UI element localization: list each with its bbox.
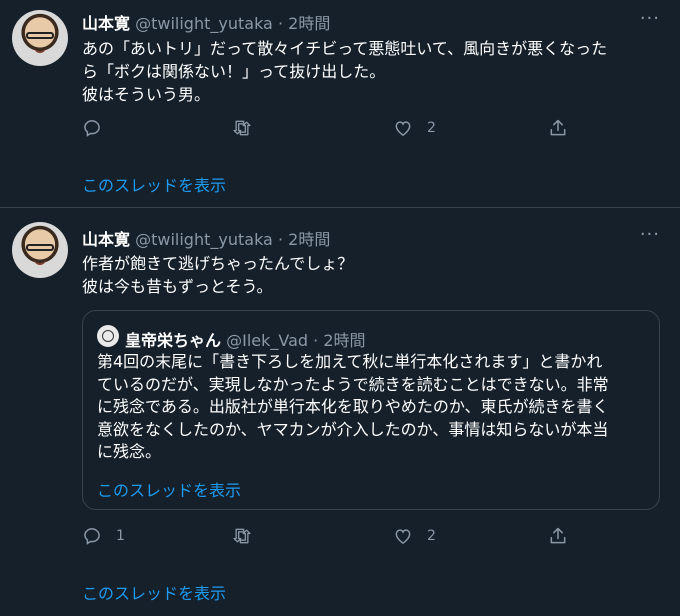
tweet-header: 山本寛 @twilight_yutaka · 2時間	[82, 10, 330, 34]
quoted-header: 皇帝栄ちゃん @Ilek_Vad · 2時間	[125, 327, 366, 351]
like-icon	[395, 529, 411, 544]
action-bar: 2	[82, 118, 582, 140]
quoted-avatar[interactable]	[97, 325, 119, 347]
like-button[interactable]: 2	[393, 118, 436, 138]
retweet-button[interactable]	[232, 526, 266, 546]
tweet-text: 作者が飽きて逃げちゃったんでしょ？ 彼は今も昔もずっとそう。	[82, 254, 354, 296]
quoted-timestamp[interactable]: 2時間	[323, 331, 365, 350]
like-icon	[395, 121, 411, 136]
quoted-user-handle[interactable]: @Ilek_Vad	[226, 331, 308, 350]
avatar[interactable]	[12, 222, 68, 278]
separator-dot: ·	[277, 14, 284, 33]
more-icon[interactable]: ···	[640, 8, 660, 29]
user-handle[interactable]: @twilight_yutaka	[135, 14, 273, 33]
retweet-icon	[233, 120, 251, 136]
glasses-detail	[26, 244, 54, 251]
like-count: 2	[427, 528, 436, 544]
timestamp[interactable]: 2時間	[288, 14, 330, 33]
share-button[interactable]	[548, 526, 568, 546]
display-name[interactable]: 山本寛	[82, 230, 130, 249]
glasses-detail	[26, 32, 54, 39]
timestamp[interactable]: 2時間	[288, 230, 330, 249]
tweet[interactable]: 山本寛 @twilight_yutaka · 2時間 ··· あの「あいトリ」だ…	[0, 0, 680, 208]
mouth-detail	[34, 46, 46, 53]
share-icon	[550, 119, 566, 136]
reply-icon	[84, 120, 100, 137]
like-count: 2	[427, 120, 436, 136]
quoted-text: 第4回の末尾に「書き下ろしを加えて秋に単行本化されます」と書かれ ているのだが、…	[97, 352, 609, 461]
retweet-icon	[233, 528, 251, 544]
mouth-detail	[34, 258, 46, 265]
quoted-display-name[interactable]: 皇帝栄ちゃん	[125, 331, 221, 350]
reply-count: 1	[116, 528, 125, 544]
reply-button[interactable]	[82, 118, 116, 138]
share-icon	[550, 527, 566, 544]
user-handle[interactable]: @twilight_yutaka	[135, 230, 273, 249]
more-icon[interactable]: ···	[640, 224, 660, 245]
separator-dot: ·	[313, 331, 319, 350]
display-name[interactable]: 山本寛	[82, 14, 130, 33]
show-thread-link[interactable]: このスレッドを表示	[82, 580, 226, 604]
reply-button[interactable]: 1	[82, 526, 125, 546]
tweet-text: あの「あいトリ」だって散々イチビって悪態吐いて、風向きが悪くなった ら「ボクは関…	[82, 39, 608, 104]
like-button[interactable]: 2	[393, 526, 436, 546]
show-thread-link[interactable]: このスレッドを表示	[82, 172, 226, 196]
tweet-header: 山本寛 @twilight_yutaka · 2時間	[82, 226, 330, 250]
face-detail	[102, 330, 114, 342]
reply-icon	[84, 528, 100, 545]
separator-dot: ·	[277, 230, 284, 249]
retweet-button[interactable]	[232, 118, 266, 138]
quoted-show-thread-link[interactable]: このスレッドを表示	[97, 477, 241, 501]
share-button[interactable]	[548, 118, 568, 138]
action-bar: 1 2	[82, 526, 582, 548]
avatar[interactable]	[12, 10, 68, 66]
quoted-tweet[interactable]: 皇帝栄ちゃん @Ilek_Vad · 2時間 第4回の末尾に「書き下ろしを加えて…	[82, 310, 660, 510]
